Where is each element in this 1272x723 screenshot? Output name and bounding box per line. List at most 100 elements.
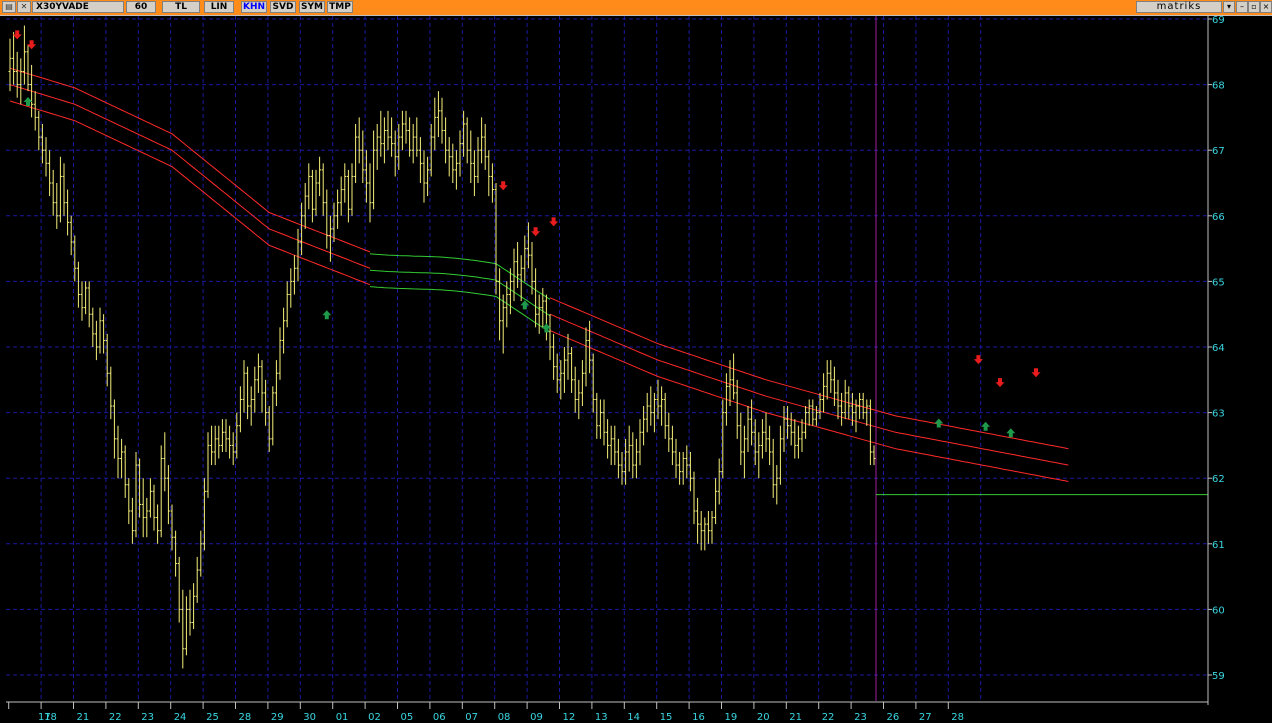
ohlc-bar [51, 169, 55, 216]
ohlc-bar [501, 294, 505, 354]
x-tick-label: 17 [38, 712, 51, 723]
ohlc-bar [296, 228, 300, 282]
ohlc-bar [112, 399, 116, 459]
ohlc-bar [177, 556, 181, 623]
ohlc-bar [843, 379, 847, 420]
x-tick-label: 09 [530, 712, 543, 723]
x-tick-label: 06 [433, 712, 446, 723]
sell-signal-arrow [531, 227, 541, 237]
ohlc-bar [663, 392, 667, 439]
ohlc-bar [829, 360, 833, 393]
ohlc-bar [73, 235, 77, 282]
ohlc-bar [418, 137, 422, 183]
ohlc-bar [372, 130, 376, 210]
ohlc-bar [771, 438, 775, 498]
buy-signal-arrow [934, 418, 944, 428]
ohlc-bar [598, 399, 602, 439]
ohlc-bar [141, 478, 145, 538]
ohlc-bar [613, 425, 617, 466]
ohlc-bar [80, 281, 84, 321]
ohlc-bar [660, 386, 664, 426]
ohlc-bar [328, 215, 332, 262]
ohlc-bar [480, 117, 484, 164]
ohlc-bar [678, 451, 682, 485]
ohlc-bar [760, 419, 764, 459]
ohlc-bar [775, 465, 779, 505]
buy-signal-arrow [322, 310, 332, 320]
ohlc-bar [130, 497, 134, 544]
ohlc-bar [447, 137, 451, 177]
ohlc-bar [735, 379, 739, 439]
x-tick-label: 14 [627, 712, 640, 723]
ohlc-bar [714, 478, 718, 525]
x-tick-label: 12 [563, 712, 576, 723]
ohlc-bar [264, 379, 268, 426]
x-tick-label: 08 [498, 712, 511, 723]
band-upper [549, 297, 1069, 450]
x-tick-label: 27 [919, 712, 932, 723]
ohlc-bar [742, 425, 746, 479]
ohlc-bar [278, 327, 282, 380]
ohlc-bar [642, 406, 646, 446]
x-tick-label: 16 [692, 712, 705, 723]
ohlc-bar [670, 425, 674, 466]
ohlc-bar [577, 379, 581, 420]
price-chart[interactable]: 596061626364656667686918 21 22 23 24 25 28 29 30… [0, 0, 1272, 723]
y-tick-label: 63 [1212, 409, 1225, 420]
sell-signal-arrow [1031, 368, 1041, 378]
ohlc-bar [696, 497, 700, 544]
ohlc-bar [656, 379, 660, 420]
ohlc-bar [804, 406, 808, 439]
ohlc-bar [98, 307, 102, 354]
x-tick-label: 21 [789, 712, 802, 723]
ohlc-bar [253, 366, 257, 413]
ohlc-bar [523, 235, 527, 282]
ohlc-bar [26, 45, 30, 92]
ohlc-bar [609, 425, 613, 466]
ohlc-bar [228, 425, 232, 459]
ohlc-bar [807, 399, 811, 426]
ohlc-bar [307, 163, 311, 210]
y-tick-label: 68 [1212, 81, 1225, 92]
ohlc-bar [706, 511, 710, 544]
x-tick-label: 28 [239, 712, 252, 723]
ohlc-bar [192, 583, 196, 630]
ohlc-bar [256, 353, 260, 393]
ohlc-bar [584, 327, 588, 387]
ohlc-bar [375, 123, 379, 170]
y-tick-label: 66 [1212, 212, 1225, 223]
ohlc-bar [94, 320, 98, 361]
ohlc-bar [422, 150, 426, 203]
ohlc-bar [433, 97, 437, 151]
ohlc-bar [400, 110, 404, 151]
ohlc-bar [732, 353, 736, 400]
ohlc-bar [37, 110, 41, 151]
ohlc-bar [109, 366, 113, 420]
ohlc-bar [249, 386, 253, 426]
ohlc-bar [55, 183, 59, 229]
ohlc-bar [620, 451, 624, 485]
y-tick-label: 60 [1212, 605, 1225, 616]
ohlc-bar [674, 438, 678, 479]
ohlc-bar [354, 123, 358, 183]
ohlc-bar [33, 91, 37, 131]
buy-signal-arrow [1006, 428, 1016, 438]
ohlc-bar [22, 25, 26, 85]
ohlc-bar [800, 419, 804, 452]
ohlc-bar [274, 360, 278, 407]
y-tick-label: 62 [1212, 474, 1225, 485]
ohlc-bar [87, 281, 91, 328]
x-tick-label: 21 [77, 712, 90, 723]
ohlc-bar [69, 215, 73, 256]
ohlc-bar [490, 163, 494, 203]
ohlc-bar [145, 497, 149, 538]
ohlc-bar [573, 366, 577, 413]
ohlc-bar [634, 438, 638, 479]
ohlc-bar [832, 366, 836, 407]
ohlc-bar [127, 478, 131, 525]
x-tick-label: 23 [854, 712, 867, 723]
ohlc-bar [508, 268, 512, 315]
ohlc-bar [436, 91, 440, 138]
ohlc-bar [382, 117, 386, 164]
ohlc-bar [386, 110, 390, 151]
